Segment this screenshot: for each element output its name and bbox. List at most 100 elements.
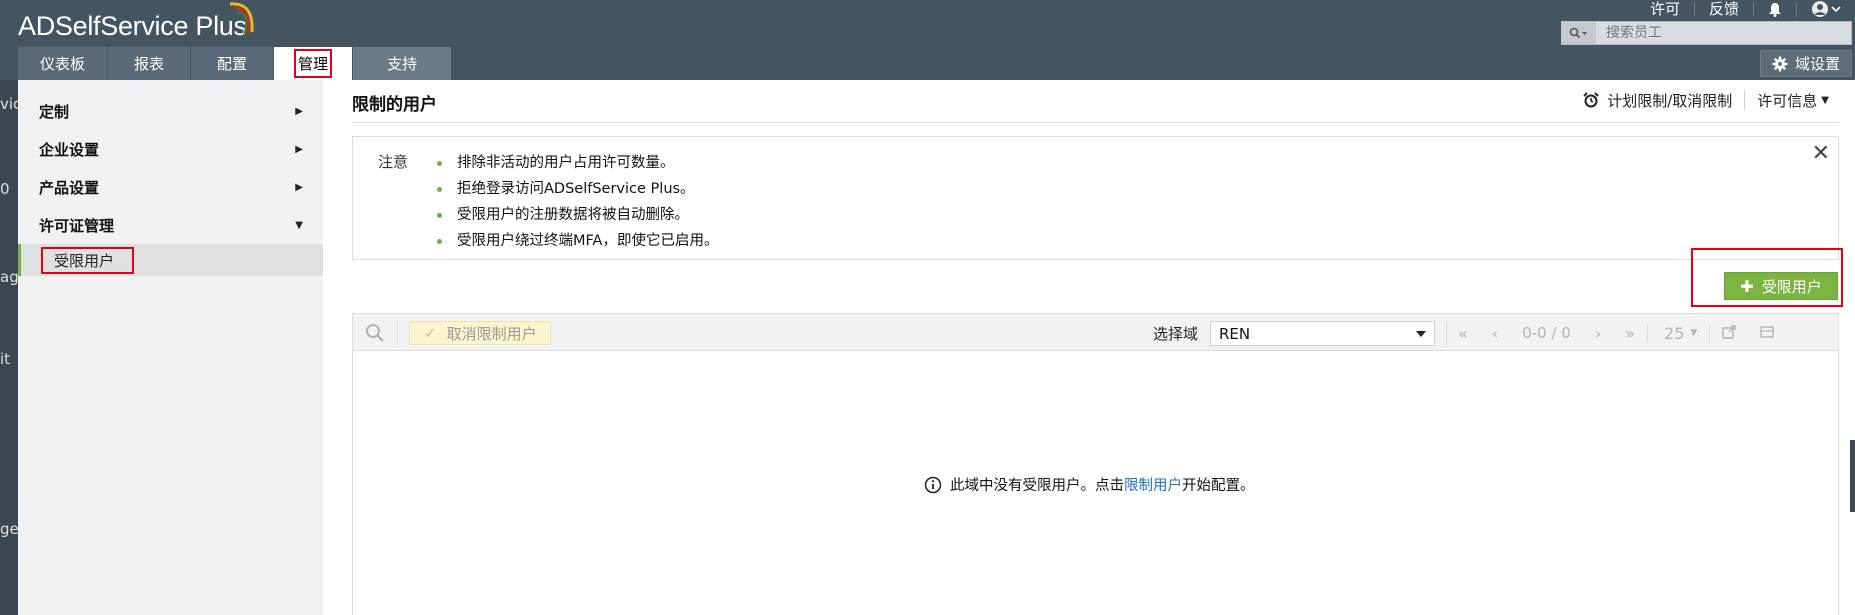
page-title: 限制的用户 — [352, 95, 437, 115]
last-page-icon[interactable]: » — [1613, 324, 1647, 343]
page-size-value: 25 — [1664, 323, 1685, 343]
sidebar-item-product-settings[interactable]: 产品设置 ▶ — [18, 168, 323, 206]
sidebar-item-license-management[interactable]: 许可证管理 ▼ — [18, 206, 323, 244]
tab-label: 管理 — [294, 49, 333, 78]
collapsed-left-panel: vic 0 ag it ge — [0, 80, 18, 615]
top-header: ADSelfService Plus 许可 反馈 域设置 仪表板 报表 配置 管… — [0, 0, 1855, 80]
license-link[interactable]: 许可 — [1636, 2, 1695, 17]
list-item: 排除非活动的用户占用许可数量。 — [437, 150, 718, 176]
strip-text: 0 — [0, 180, 10, 198]
top-links: 许可 反馈 — [1636, 0, 1855, 18]
note-list: 排除非活动的用户占用许可数量。 拒绝登录访问ADSelfService Plus… — [437, 150, 718, 254]
bullet-icon — [437, 186, 442, 192]
caret-down-icon — [1416, 331, 1426, 337]
previous-page-icon[interactable]: ‹ — [1480, 324, 1510, 343]
note-text: 拒绝登录访问ADSelfService Plus。 — [457, 181, 695, 197]
unrestrict-label: 取消限制用户 — [446, 324, 537, 343]
bullet-icon — [437, 238, 442, 244]
schedule-restrict-link[interactable]: 计划限制/取消限制 — [1571, 90, 1744, 111]
chevron-right-icon: ▶ — [295, 181, 303, 193]
main-tabs: 仪表板 报表 配置 管理 支持 — [18, 47, 453, 80]
note-panel: 注意 排除非活动的用户占用许可数量。 拒绝登录访问ADSelfService P… — [352, 136, 1839, 260]
scrollbar-thumb[interactable] — [1850, 440, 1855, 512]
select-domain-label: 选择域 — [1153, 325, 1199, 343]
restrict-users-link[interactable]: 限制用户 — [1124, 478, 1182, 494]
divider — [397, 321, 398, 345]
empty-text: 开始配置。 — [1182, 478, 1255, 494]
strip-text: ag — [0, 268, 18, 286]
strip-text: vic — [0, 95, 18, 113]
license-info-dropdown[interactable]: 许可信息 ▼ — [1745, 90, 1841, 111]
note-text: 受限用户绕过终端MFA，即使它已启用。 — [457, 233, 719, 249]
sidebar-item-customize[interactable]: 定制 ▶ — [18, 92, 323, 130]
plus-icon: ✚ — [1740, 276, 1754, 296]
pagination: « ‹ 0-0 / 0 › » 25 ▼ — [1446, 314, 1786, 352]
sidebar-item-label: 产品设置 — [39, 178, 100, 197]
user-avatar-icon[interactable] — [1797, 1, 1855, 17]
next-page-icon[interactable]: › — [1583, 324, 1613, 343]
license-info-label: 许可信息 — [1757, 91, 1818, 110]
sidebar-item-label: 企业设置 — [39, 140, 100, 159]
note-text: 受限用户的注册数据将被自动删除。 — [457, 207, 689, 223]
domain-select[interactable]: REN — [1210, 321, 1435, 346]
note-label: 注意 — [378, 153, 409, 171]
page-actions: 计划限制/取消限制 许可信息 ▼ — [1571, 89, 1841, 111]
unrestrict-users-button[interactable]: ✓ 取消限制用户 — [409, 321, 551, 345]
chevron-right-icon: ▶ — [295, 105, 303, 117]
page-info: 0-0 / 0 — [1522, 324, 1571, 342]
caret-down-icon: ▼ — [1690, 328, 1698, 338]
first-page-icon[interactable]: « — [1446, 324, 1480, 343]
sidebar-subitem-label: 受限用户 — [41, 246, 135, 274]
strip-text: it — [0, 350, 11, 368]
chevron-down-icon: ▼ — [295, 219, 303, 231]
list-item: 受限用户绕过终端MFA，即使它已启用。 — [437, 228, 718, 254]
search-input[interactable] — [1596, 25, 1846, 41]
schedule-label: 计划限制/取消限制 — [1607, 91, 1733, 110]
gear-icon — [1772, 56, 1788, 71]
chevron-right-icon: ▶ — [295, 143, 303, 155]
page-size-select[interactable]: 25 ▼ — [1647, 323, 1709, 343]
feedback-link[interactable]: 反馈 — [1695, 2, 1754, 17]
caret-down-icon: ▼ — [1821, 94, 1829, 106]
logo-swoosh-icon — [229, 2, 254, 37]
alarm-clock-icon — [1583, 92, 1599, 108]
list-item: 拒绝登录访问ADSelfService Plus。 — [437, 176, 718, 202]
title-divider — [352, 122, 1839, 123]
empty-text: 此域中没有受限用户。点击 — [950, 478, 1124, 494]
tab-dashboard[interactable]: 仪表板 — [18, 47, 109, 80]
admin-sidebar: 定制 ▶ 企业设置 ▶ 产品设置 ▶ 许可证管理 ▼ 受限用户 — [18, 80, 323, 615]
app-logo[interactable]: ADSelfService Plus — [18, 2, 254, 46]
checkmark-icon: ✓ — [424, 324, 437, 342]
domain-settings-label: 域设置 — [1794, 55, 1840, 73]
domain-settings-button[interactable]: 域设置 — [1760, 50, 1852, 77]
tab-label: 支持 — [387, 55, 418, 73]
columns-icon[interactable] — [1748, 324, 1786, 343]
tab-label: 报表 — [134, 55, 165, 73]
grid-toolbar: ✓ 取消限制用户 选择域 REN « ‹ 0-0 / 0 › » 25 ▼ — [352, 313, 1839, 351]
export-icon[interactable] — [1709, 323, 1748, 343]
tab-configuration[interactable]: 配置 — [191, 47, 275, 80]
tab-support[interactable]: 支持 — [353, 47, 453, 80]
add-restricted-user-button[interactable]: ✚ 受限用户 — [1724, 272, 1838, 300]
tab-label: 配置 — [217, 55, 248, 73]
add-button-label: 受限用户 — [1761, 277, 1822, 296]
sidebar-item-restricted-users[interactable]: 受限用户 — [18, 244, 323, 276]
search-icon[interactable] — [364, 322, 386, 344]
list-item: 受限用户的注册数据将被自动删除。 — [437, 202, 718, 228]
note-text: 排除非活动的用户占用许可数量。 — [457, 155, 675, 171]
search-icon[interactable] — [1562, 22, 1596, 44]
bell-icon[interactable] — [1754, 1, 1797, 17]
info-icon — [924, 476, 942, 493]
tab-admin[interactable]: 管理 — [274, 47, 354, 80]
employee-search — [1561, 21, 1852, 45]
sidebar-item-label: 许可证管理 — [39, 216, 115, 235]
sidebar-item-enterprise-settings[interactable]: 企业设置 ▶ — [18, 130, 323, 168]
logo-text: ADSelfService Plus — [18, 10, 247, 41]
selected-domain-value: REN — [1219, 324, 1251, 343]
bullet-icon — [437, 160, 442, 166]
empty-state-message: 此域中没有受限用户。点击限制用户开始配置。 — [924, 474, 1255, 495]
strip-text: ge — [0, 520, 18, 538]
bullet-icon — [437, 212, 442, 218]
close-icon[interactable]: ✕ — [1812, 143, 1830, 165]
tab-reports[interactable]: 报表 — [108, 47, 192, 80]
